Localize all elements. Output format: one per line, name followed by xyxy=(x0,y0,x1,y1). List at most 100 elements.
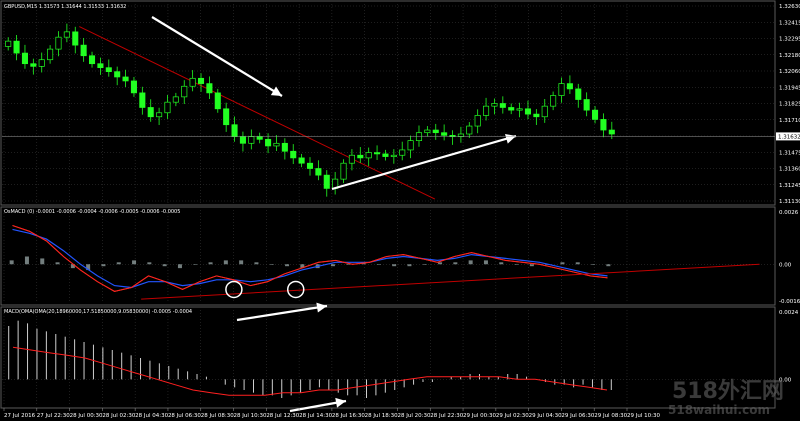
osmacd-bar xyxy=(346,264,351,265)
candle-body xyxy=(290,150,297,159)
price-tick-label: 1.32295 xyxy=(779,37,800,43)
candle-body xyxy=(415,132,423,141)
candle-body xyxy=(491,103,498,107)
trading-chart[interactable]: 1.32630 1.32415 1.32295 1.32180 1.32060 1.319… xyxy=(0,0,800,421)
osmacd-bar xyxy=(239,260,244,265)
osmacd-bar xyxy=(223,260,228,265)
x-tick-label: 27 Jul 2016 xyxy=(4,413,36,419)
candle-body xyxy=(214,92,221,110)
candle-body xyxy=(256,136,263,140)
candle-body xyxy=(533,113,540,118)
candle-body xyxy=(114,71,121,78)
osmacd-bar xyxy=(591,264,596,265)
candle-body xyxy=(499,103,506,108)
osmacd-bar xyxy=(9,260,14,265)
candle-body xyxy=(600,119,607,131)
osmacd-tick-label: 0.0026 xyxy=(779,210,799,216)
candle-body xyxy=(265,138,272,147)
price-tick-label: 1.32180 xyxy=(779,53,800,59)
osmacd-bar xyxy=(132,260,137,265)
candle-body xyxy=(122,76,129,82)
candle-body xyxy=(306,162,314,169)
candle-body xyxy=(608,129,615,135)
candle-body xyxy=(541,105,548,118)
price-tick-label: 1.31475 xyxy=(779,150,800,156)
osmacd-bar xyxy=(177,264,182,269)
candle-body xyxy=(550,95,557,107)
candle-body xyxy=(365,152,372,159)
candle-body xyxy=(139,92,146,108)
x-tick-label: 28 Jul 12:30 xyxy=(266,413,299,419)
osmacd-bar xyxy=(40,258,45,265)
candle-body xyxy=(407,140,414,151)
candle-body xyxy=(432,129,439,134)
price-tick-label: 1.31245 xyxy=(779,183,800,189)
price-tick-label: 1.32415 xyxy=(779,20,800,26)
candle-body xyxy=(105,67,112,73)
watermark-cn: 518外汇网 xyxy=(672,378,784,404)
candle-body xyxy=(273,142,280,147)
osmacd-bar xyxy=(330,264,335,267)
candle-body xyxy=(298,157,305,164)
osmacd-bar xyxy=(392,264,397,267)
candle-body xyxy=(323,174,330,189)
candle-body xyxy=(223,108,230,126)
candle-body xyxy=(558,83,565,96)
x-tick-label: 28 Jul 16:30 xyxy=(332,413,365,419)
x-tick-label: 29 Jul 06:30 xyxy=(561,413,594,419)
osmacd-tick-label: -0.0016 xyxy=(779,299,800,305)
candle-body xyxy=(97,63,104,69)
x-tick-label: 29 Jul 04:30 xyxy=(529,413,562,419)
candle-body xyxy=(248,136,255,144)
price-tick-label: 1.31945 xyxy=(779,85,800,91)
watermark-url: 518waihui.com xyxy=(668,403,770,417)
osmacd-bar xyxy=(269,264,274,265)
candle-body xyxy=(13,40,20,54)
x-tick-label: 28 Jul 22:30 xyxy=(430,413,463,419)
osmacd-bar xyxy=(254,262,259,265)
osmacd-bar xyxy=(606,264,611,267)
candle-body xyxy=(374,152,381,155)
candle-body xyxy=(357,154,364,159)
main-panel-title: GBPUSD,M15 1.31573 1.31644 1.31533 1.316… xyxy=(4,4,126,10)
candle-body xyxy=(55,36,62,50)
candle-body xyxy=(340,162,347,180)
osmacd-bar xyxy=(162,264,167,267)
candle-body xyxy=(130,80,137,94)
osmacd-bar xyxy=(285,264,290,267)
candle-body xyxy=(38,59,45,67)
osmacd-bar xyxy=(468,260,473,265)
candle-body xyxy=(466,125,473,135)
candle-body xyxy=(281,142,288,152)
x-tick-label: 29 Jul 08:30 xyxy=(594,413,627,419)
candle-body xyxy=(516,108,523,111)
candle-body xyxy=(181,85,188,98)
osmacd-bar xyxy=(24,256,29,265)
osmacd-bar xyxy=(101,264,106,267)
x-tick-label: 28 Jul 14:30 xyxy=(299,413,332,419)
candle-body xyxy=(382,153,389,157)
osmacd-tick-label: 0.00 xyxy=(779,262,792,268)
candle-body xyxy=(566,83,573,90)
candle-body xyxy=(390,154,397,157)
x-tick-label: 28 Jul 04:30 xyxy=(135,413,168,419)
price-tick-label: 1.32630 xyxy=(779,4,800,10)
osmacd-panel-title: OsMACD (0) -0.0001 -0.0006 -0.0004 -0.00… xyxy=(4,209,180,215)
price-tick-label: 1.31825 xyxy=(779,102,800,108)
x-tick-label: 29 Jul 10:30 xyxy=(627,413,660,419)
price-tick-label: 1.32060 xyxy=(779,69,800,75)
candle-body xyxy=(315,168,322,176)
current-price-label: 1.31632 xyxy=(778,134,800,140)
x-tick-label: 28 Jul 18:30 xyxy=(365,413,398,419)
candle-body xyxy=(189,77,196,87)
candle-body xyxy=(239,136,246,144)
osmacd-bar xyxy=(193,264,198,265)
osmacd-bar xyxy=(147,262,152,265)
osmacd-bar xyxy=(483,260,488,265)
candle-body xyxy=(424,129,431,134)
macd-tick-label: 0.0024 xyxy=(779,310,799,316)
price-tick-label: 1.31710 xyxy=(779,118,800,124)
candle-body xyxy=(583,99,590,111)
candle-body xyxy=(156,112,163,118)
x-tick-label: 28 Jul 08:30 xyxy=(201,413,234,419)
